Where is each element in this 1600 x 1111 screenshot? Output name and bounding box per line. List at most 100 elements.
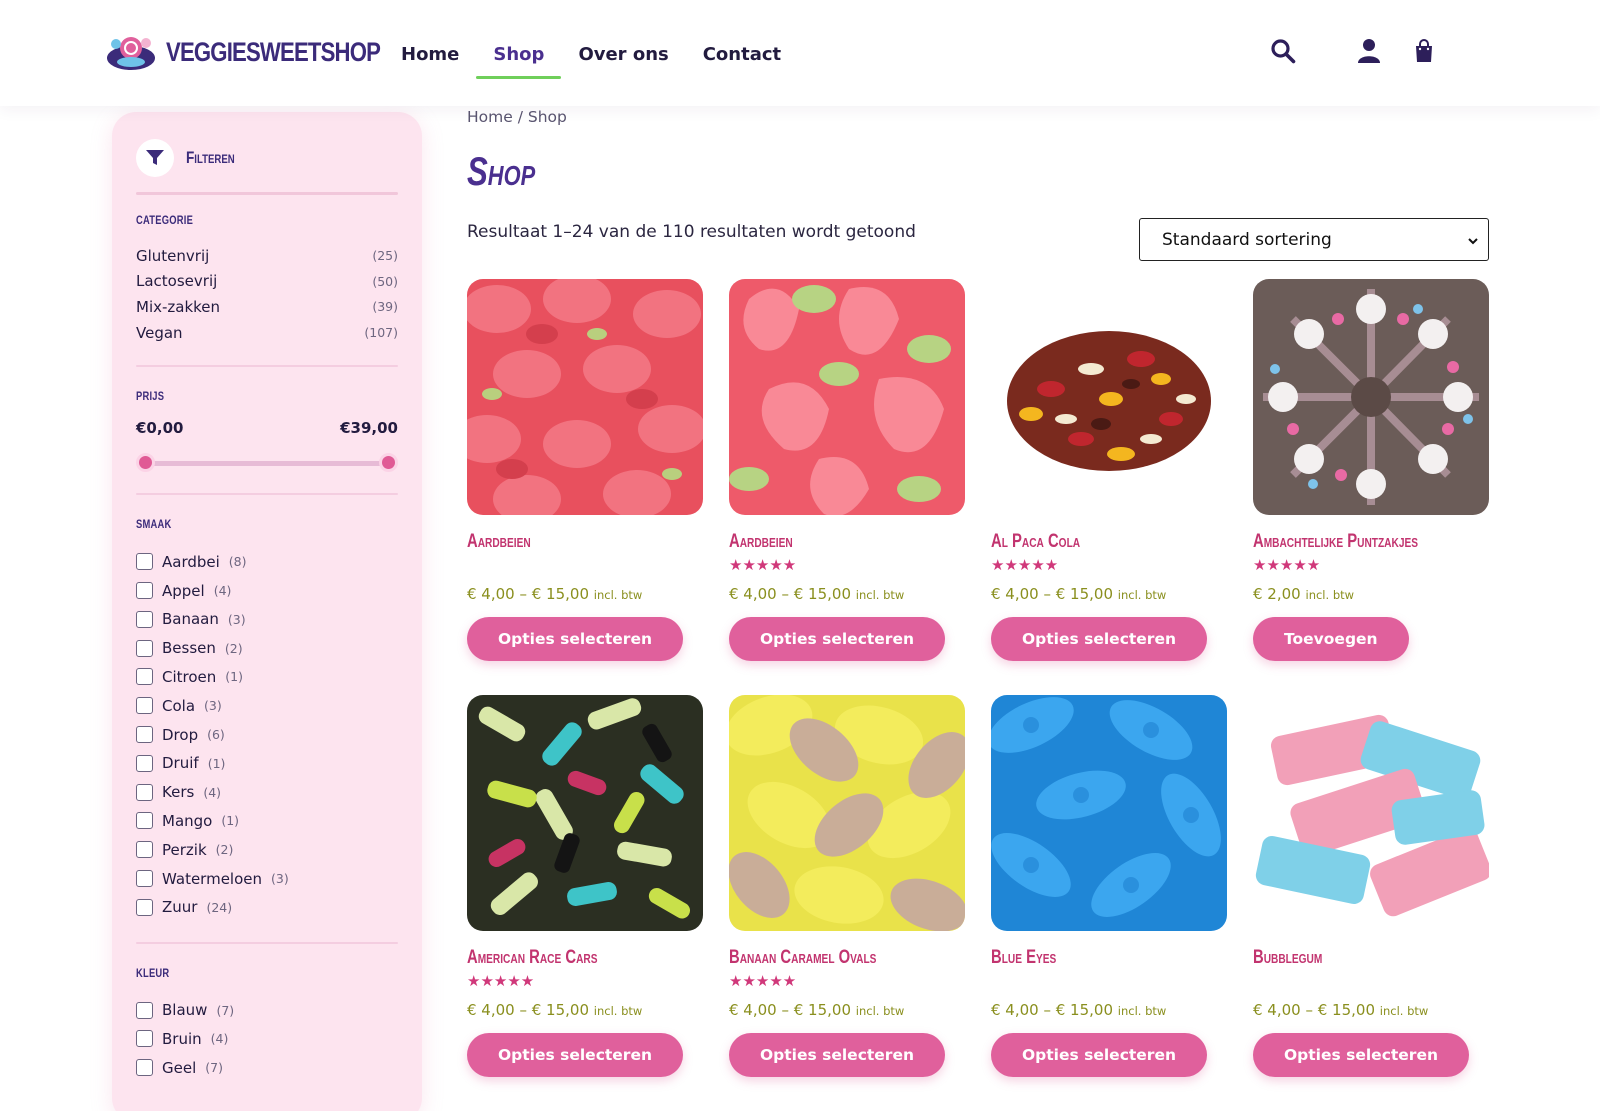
- checkbox[interactable]: [136, 1059, 153, 1077]
- checkbox[interactable]: [136, 812, 153, 830]
- smaak-option[interactable]: Kers (4): [136, 778, 398, 807]
- smaak-option[interactable]: Bessen (2): [136, 634, 398, 663]
- product-title[interactable]: Aardbeien: [467, 531, 651, 553]
- user-icon[interactable]: [1354, 36, 1384, 66]
- product-card[interactable]: Ambachtelijke Puntzakjes ★★★★★ € 2,00 in…: [1253, 279, 1489, 661]
- nav-contact[interactable]: Contact: [703, 40, 781, 79]
- product-title[interactable]: Aardbeien: [729, 531, 913, 553]
- product-title[interactable]: American Race Cars: [467, 947, 651, 969]
- product-image[interactable]: [467, 695, 703, 931]
- product-price: € 4,00 – € 15,00 incl. btw: [991, 585, 1227, 603]
- product-image[interactable]: [729, 279, 965, 515]
- breadcrumb[interactable]: Home / Shop: [467, 108, 567, 126]
- kleur-option[interactable]: Geel (7): [136, 1053, 398, 1082]
- smaak-option[interactable]: Citroen (1): [136, 663, 398, 692]
- option-label: Kers: [162, 783, 195, 802]
- nav-shop[interactable]: Shop: [476, 40, 562, 79]
- select-options-button[interactable]: Opties selecteren: [729, 1033, 945, 1077]
- product-title[interactable]: Ambachtelijke Puntzakjes: [1253, 531, 1437, 553]
- price-range: € 4,00 – € 15,00: [467, 585, 589, 603]
- smaak-option[interactable]: Appel (4): [136, 576, 398, 605]
- product-card[interactable]: Aardbeien ★★★★★ € 4,00 – € 15,00 incl. b…: [729, 279, 965, 661]
- add-to-cart-button[interactable]: Toevoegen: [1253, 617, 1409, 661]
- price-slider-track: [146, 461, 388, 467]
- smaak-option[interactable]: Watermeloen (3): [136, 864, 398, 893]
- smaak-option[interactable]: Banaan (3): [136, 605, 398, 634]
- product-card[interactable]: Aardbeien € 4,00 – € 15,00 incl. btw Opt…: [467, 279, 703, 661]
- product-card[interactable]: Al Paca Cola ★★★★★ € 4,00 – € 15,00 incl…: [991, 279, 1227, 661]
- nav-over-ons[interactable]: Over ons: [578, 40, 668, 79]
- category-item[interactable]: Glutenvrij (25): [136, 243, 398, 269]
- price-slider-min-handle[interactable]: [136, 453, 155, 473]
- checkbox[interactable]: [136, 1001, 153, 1019]
- checkbox[interactable]: [136, 898, 153, 916]
- checkbox[interactable]: [136, 582, 153, 600]
- checkbox[interactable]: [136, 639, 153, 657]
- smaak-option[interactable]: Drop (6): [136, 720, 398, 749]
- select-options-button[interactable]: Opties selecteren: [991, 617, 1207, 661]
- price-slider[interactable]: [136, 453, 398, 473]
- price-slider-max-handle[interactable]: [379, 453, 398, 473]
- select-options-button[interactable]: Opties selecteren: [467, 617, 683, 661]
- category-item[interactable]: Lactosevrij (50): [136, 269, 398, 295]
- product-title[interactable]: Banaan Caramel Ovals: [729, 947, 913, 969]
- product-card[interactable]: American Race Cars ★★★★★ € 4,00 – € 15,0…: [467, 695, 703, 1077]
- product-image[interactable]: [991, 695, 1227, 931]
- category-count: (50): [372, 273, 398, 289]
- checkbox[interactable]: [136, 1030, 153, 1048]
- product-image[interactable]: [1253, 695, 1489, 931]
- search-icon[interactable]: [1268, 36, 1298, 66]
- smaak-option[interactable]: Cola (3): [136, 691, 398, 720]
- checkbox[interactable]: [136, 553, 153, 571]
- product-title[interactable]: Al Paca Cola: [991, 531, 1175, 553]
- product-card[interactable]: Banaan Caramel Ovals ★★★★★ € 4,00 – € 15…: [729, 695, 965, 1077]
- option-count: (1): [207, 755, 226, 771]
- price-max: €39,00: [340, 419, 398, 438]
- select-options-button[interactable]: Opties selecteren: [991, 1033, 1207, 1077]
- result-count: Resultaat 1–24 van de 110 resultaten wor…: [467, 222, 916, 242]
- checkbox[interactable]: [136, 697, 153, 715]
- checkbox[interactable]: [136, 668, 153, 686]
- checkbox[interactable]: [136, 726, 153, 744]
- smaak-option[interactable]: Druif (1): [136, 749, 398, 778]
- tax-label: incl. btw: [1379, 1004, 1429, 1018]
- checkbox[interactable]: [136, 870, 153, 888]
- smaak-option[interactable]: Zuur (24): [136, 893, 398, 922]
- rating-stars: ★★★★★: [729, 972, 797, 990]
- checkbox[interactable]: [136, 754, 153, 772]
- divider: [136, 365, 398, 368]
- smaak-option[interactable]: Aardbei (8): [136, 547, 398, 576]
- divider: [136, 493, 398, 496]
- smaak-option[interactable]: Mango (1): [136, 807, 398, 836]
- rating-stars: [467, 557, 703, 573]
- product-image[interactable]: [1253, 279, 1489, 515]
- option-count: (1): [225, 669, 243, 685]
- select-options-button[interactable]: Opties selecteren: [1253, 1033, 1469, 1077]
- product-title[interactable]: Bubblegum: [1253, 947, 1437, 969]
- checkbox[interactable]: [136, 841, 153, 859]
- brand-logo[interactable]: VEGGIESWEETSHOP: [104, 30, 427, 74]
- product-title[interactable]: Blue Eyes: [991, 947, 1175, 969]
- option-count: (8): [228, 554, 247, 570]
- divider: [136, 941, 398, 944]
- kleur-option[interactable]: Blauw (7): [136, 996, 398, 1025]
- product-image[interactable]: [991, 279, 1227, 515]
- select-options-button[interactable]: Opties selecteren: [467, 1033, 683, 1077]
- select-options-button[interactable]: Opties selecteren: [729, 617, 945, 661]
- nav-home[interactable]: Home: [401, 40, 459, 79]
- kleur-option[interactable]: Bruin (4): [136, 1025, 398, 1054]
- chevron-down-icon: [1467, 232, 1479, 252]
- product-card[interactable]: Bubblegum € 4,00 – € 15,00 incl. btw Opt…: [1253, 695, 1489, 1077]
- category-label: Lactosevrij: [136, 272, 218, 291]
- category-item[interactable]: Mix-zakken (39): [136, 294, 398, 320]
- sort-select[interactable]: Standaard sortering: [1139, 218, 1489, 261]
- price-range: € 4,00 – € 15,00: [1253, 1001, 1375, 1019]
- product-image[interactable]: [467, 279, 703, 515]
- checkbox[interactable]: [136, 610, 153, 628]
- product-card[interactable]: Blue Eyes € 4,00 – € 15,00 incl. btw Opt…: [991, 695, 1227, 1077]
- checkbox[interactable]: [136, 783, 153, 801]
- smaak-option[interactable]: Perzik (2): [136, 835, 398, 864]
- category-item[interactable]: Vegan (107): [136, 320, 398, 346]
- product-image[interactable]: [729, 695, 965, 931]
- shopping-bag-icon[interactable]: [1409, 36, 1439, 66]
